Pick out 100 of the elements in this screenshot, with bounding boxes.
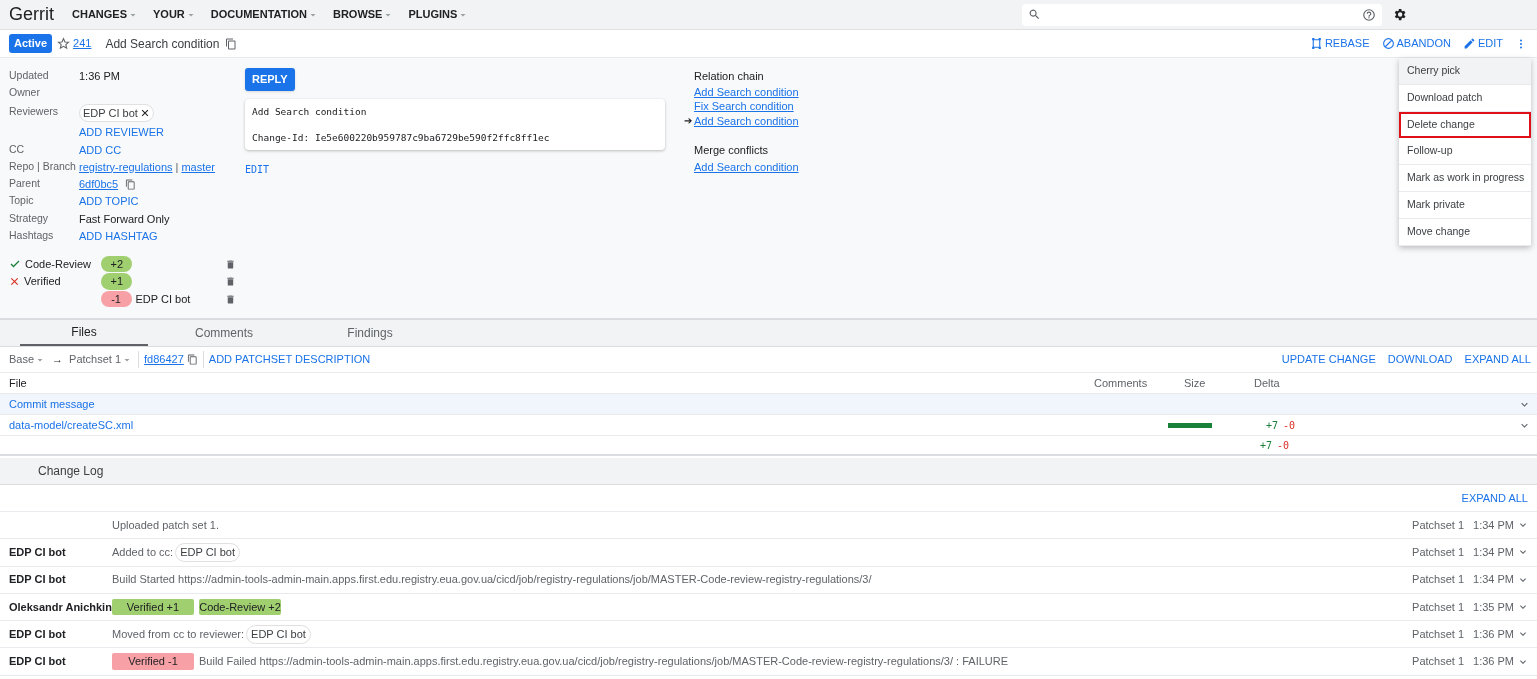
search-field[interactable] <box>1022 3 1382 26</box>
log-time: 1:36 PM <box>1473 627 1514 643</box>
arrow-text: → <box>52 352 64 368</box>
menu-item[interactable]: Move change <box>1399 218 1531 246</box>
search-icon <box>1028 8 1041 21</box>
field-label: Repo | Branch <box>9 158 77 174</box>
tab[interactable]: Comments <box>160 320 288 346</box>
column-header: File <box>9 375 28 391</box>
relation-link[interactable]: Add Search condition <box>694 112 799 129</box>
column-header: Comments <box>1094 375 1149 391</box>
menu-item[interactable]: Mark private <box>1399 192 1531 219</box>
relation-link[interactable]: Add Search condition <box>694 83 799 100</box>
author-name: EDP CI bot <box>9 627 67 643</box>
add-link[interactable]: ADD CC <box>79 141 122 159</box>
lines-removed: -0 <box>1283 418 1296 433</box>
trash-icon[interactable] <box>225 276 236 288</box>
field-label: CC <box>9 141 26 157</box>
vote-chip: +2 <box>100 255 132 273</box>
lines-removed: -0 <box>1277 438 1290 453</box>
trash-icon[interactable] <box>225 293 236 305</box>
nav-menu[interactable]: BROWSE <box>332 6 395 23</box>
vote-chip: -1 <box>100 290 132 308</box>
settings-icon[interactable] <box>1392 7 1407 22</box>
add-link[interactable]: ADD TOPIC <box>79 193 139 210</box>
field-label: Parent <box>9 176 41 192</box>
section-title: Merge conflicts <box>693 143 769 158</box>
repo-link[interactable]: master <box>181 158 216 176</box>
separator: | <box>175 159 179 175</box>
nav-menu[interactable]: YOUR <box>153 6 197 23</box>
menu-item[interactable]: Delete change <box>1399 111 1531 139</box>
column-header: Size <box>1184 375 1207 391</box>
patchset-label: Patchset 1 <box>1412 599 1465 615</box>
field-label: Strategy <box>9 210 50 226</box>
arrow-icon: ➔ <box>684 113 694 129</box>
tab[interactable]: Files <box>20 320 148 346</box>
copy-icon[interactable] <box>125 178 137 190</box>
nav-menu[interactable]: CHANGES <box>72 6 139 23</box>
log-time: 1:36 PM <box>1473 654 1514 670</box>
trash-icon[interactable] <box>225 258 236 270</box>
log-time: 1:34 PM <box>1473 517 1514 533</box>
edit-button[interactable]: EDIT <box>1462 35 1503 52</box>
copy-icon[interactable] <box>225 37 238 50</box>
patchset-label: Patchset 1 <box>1412 572 1465 588</box>
vote-tag: Verified -1 <box>112 653 194 670</box>
expand-all-button[interactable]: EXPAND ALL <box>1461 489 1528 507</box>
abandon-icon <box>1381 37 1395 50</box>
reply-button[interactable]: REPLY <box>245 68 295 91</box>
log-message: Added to cc: <box>112 545 174 561</box>
menu-item[interactable]: Download patch <box>1399 84 1531 112</box>
author-name: EDP CI bot <box>9 545 67 561</box>
rebase-button[interactable]: REBASE <box>1309 35 1370 52</box>
base-dropdown[interactable]: Base <box>9 351 47 368</box>
patchset-dropdown[interactable]: Patchset 1 <box>69 351 134 368</box>
copy-icon[interactable] <box>186 354 198 365</box>
section-title: Change Log <box>38 463 104 480</box>
tab[interactable]: Findings <box>306 320 434 346</box>
relation-link[interactable]: Fix Search condition <box>694 98 794 115</box>
patchset-label: Patchset 1 <box>1412 545 1465 561</box>
section-title: Relation chain <box>693 69 765 84</box>
nav-menu[interactable]: DOCUMENTATION <box>210 6 319 23</box>
lines-added: +7 <box>1266 418 1279 433</box>
conflict-link[interactable]: Add Search condition <box>684 158 799 175</box>
status-badge: Active <box>9 34 53 53</box>
add-reviewer-link[interactable]: ADD REVIEWER <box>79 124 164 141</box>
abandon-button[interactable]: ABANDON <box>1381 35 1451 52</box>
edit-link[interactable]: EDIT <box>245 161 665 177</box>
author-name: EDP CI bot <box>9 654 67 670</box>
log-time: 1:34 PM <box>1473 572 1514 588</box>
star-icon[interactable] <box>57 37 71 50</box>
add-link[interactable]: ADD HASHTAG <box>79 228 158 245</box>
lines-added: +7 <box>1260 438 1273 453</box>
commit-message: Add Search condition Change-Id: Ie5e600220b959787c9ba6729be590f2ffc8ff1ec <box>245 98 665 150</box>
field-label: Topic <box>9 193 35 209</box>
reviewer-chip[interactable]: EDP CI bot <box>79 103 154 123</box>
file-link[interactable]: data-model/createSC.xml <box>9 416 1100 434</box>
edit-icon <box>1462 37 1476 50</box>
menu-item[interactable]: Cherry pick <box>1399 58 1531 85</box>
repo-link[interactable]: registry-regulations <box>79 158 173 176</box>
menu-item[interactable]: Follow-up <box>1399 138 1531 166</box>
change-subject: Add Search condition <box>105 35 220 53</box>
gerrit-logo[interactable]: Gerrit <box>9 1 54 28</box>
field-label: Hashtags <box>9 228 55 244</box>
commit-link[interactable]: 6df0bc5 <box>79 176 119 193</box>
commit-link[interactable]: fd86427 <box>138 351 184 368</box>
log-message: Build Started https://admin-tools-admin-main.apps.first.edu.registry.eua.gov.ua/cicd/job/registry-regulations/job/MASTER-Code-review-registry-regulations/3/ <box>112 572 872 588</box>
change-number-link[interactable]: 241 <box>73 35 92 52</box>
patchset-label: Patchset 1 <box>1412 517 1465 533</box>
patchset-label: Patchset 1 <box>1412 627 1465 643</box>
log-message: Moved from cc to reviewer: <box>112 627 245 643</box>
field-label: Reviewers <box>9 103 59 119</box>
patchset-action[interactable]: DOWNLOAD <box>1387 351 1453 368</box>
patchset-action[interactable]: UPDATE CHANGE <box>1281 351 1376 368</box>
nav-menu[interactable]: PLUGINS <box>408 6 470 23</box>
log-time: 1:35 PM <box>1473 599 1514 615</box>
menu-item[interactable]: Mark as work in progress <box>1399 165 1531 192</box>
log-time: 1:34 PM <box>1473 545 1514 561</box>
column-header: Delta <box>1254 375 1281 391</box>
add-description-link[interactable]: ADD PATCHSET DESCRIPTION <box>202 351 371 368</box>
vote-tag: Verified +1 <box>112 598 194 616</box>
patchset-action[interactable]: EXPAND ALL <box>1464 351 1531 368</box>
